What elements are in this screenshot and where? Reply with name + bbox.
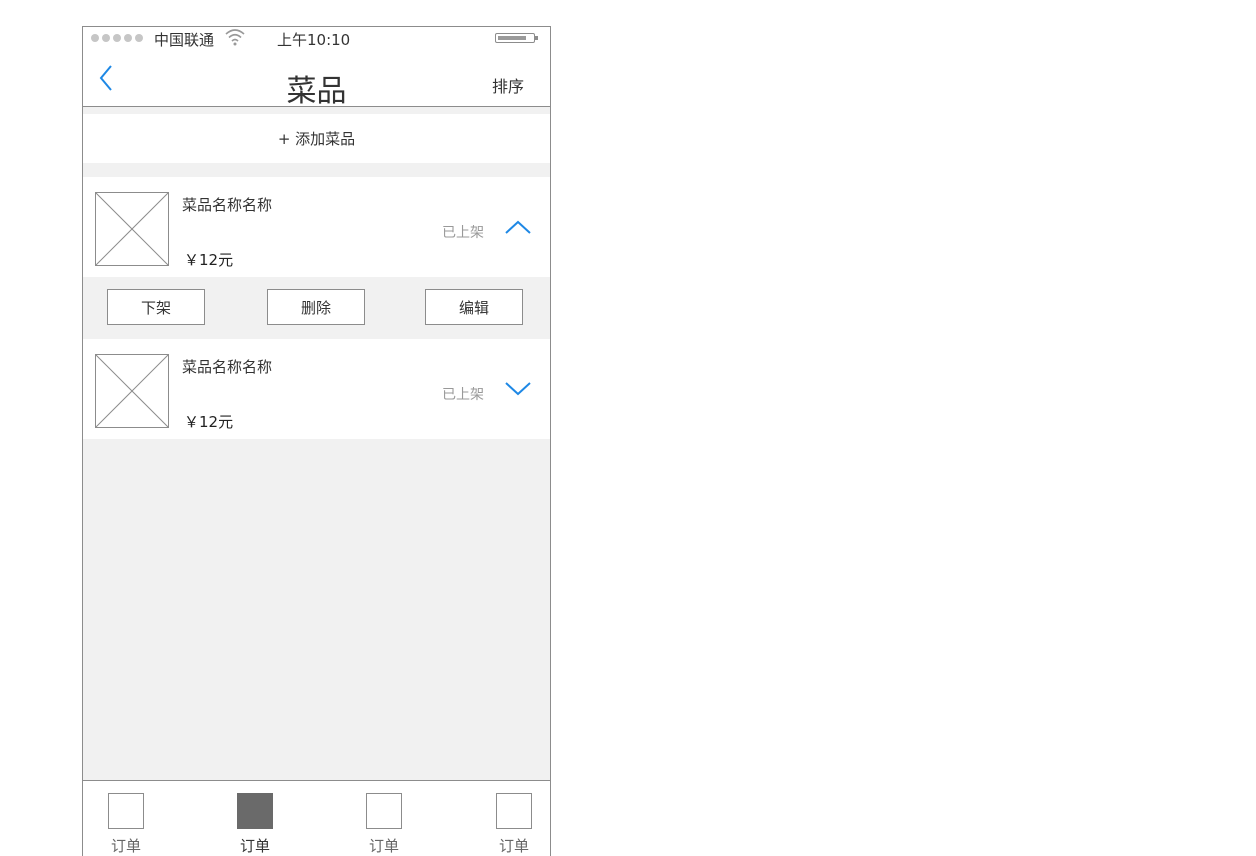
carrier-name: 中国联通 — [154, 31, 215, 49]
tab-icon — [366, 793, 402, 829]
dish-name: 菜品名称名称 — [182, 196, 273, 214]
tab-icon — [108, 793, 144, 829]
wifi-icon — [225, 29, 245, 46]
dish-list-item[interactable]: 菜品名称名称 ￥12元 已上架 — [83, 339, 550, 439]
tab-orders-1[interactable]: 订单 — [106, 793, 146, 856]
signal-strength-icon — [91, 34, 143, 42]
dish-price: ￥12元 — [184, 251, 234, 269]
sort-button[interactable]: 排序 — [492, 73, 524, 97]
dish-price: ￥12元 — [184, 413, 234, 431]
phone-frame: 中国联通 上午10:10 菜品 排序 + 添加菜品 菜品名称名称 ￥12元 已上… — [82, 26, 551, 856]
dish-image-placeholder — [95, 192, 169, 266]
dish-actions-bar: 下架 删除 编辑 — [83, 277, 550, 339]
page-title: 菜品 — [286, 74, 347, 109]
tab-label: 订单 — [368, 837, 399, 855]
dish-status: 已上架 — [442, 387, 484, 403]
edit-button[interactable]: 编辑 — [425, 289, 523, 325]
tab-label: 订单 — [239, 837, 270, 855]
tab-icon-active — [237, 793, 273, 829]
dish-status: 已上架 — [442, 225, 484, 241]
chevron-up-icon[interactable] — [504, 219, 532, 235]
chevron-down-icon[interactable] — [504, 381, 532, 397]
nav-bar: 菜品 排序 — [83, 51, 550, 109]
status-time: 上午10:10 — [277, 31, 351, 49]
tab-label: 订单 — [110, 837, 141, 855]
battery-tip — [535, 36, 538, 40]
tab-orders-2[interactable]: 订单 — [235, 793, 275, 856]
add-dish-button[interactable]: + 添加菜品 — [83, 114, 550, 163]
tab-icon — [496, 793, 532, 829]
unlist-button[interactable]: 下架 — [107, 289, 205, 325]
dish-list-item[interactable]: 菜品名称名称 ￥12元 已上架 — [83, 177, 550, 277]
delete-button[interactable]: 删除 — [267, 289, 365, 325]
dish-name: 菜品名称名称 — [182, 358, 273, 376]
tab-label: 订单 — [498, 837, 529, 855]
tab-orders-4[interactable]: 订单 — [494, 793, 534, 856]
tab-bar: 订单 订单 订单 订单 — [83, 780, 550, 856]
tab-orders-3[interactable]: 订单 — [364, 793, 404, 856]
battery-icon — [495, 33, 535, 43]
status-bar: 中国联通 上午10:10 — [83, 27, 550, 51]
dish-image-placeholder — [95, 354, 169, 428]
